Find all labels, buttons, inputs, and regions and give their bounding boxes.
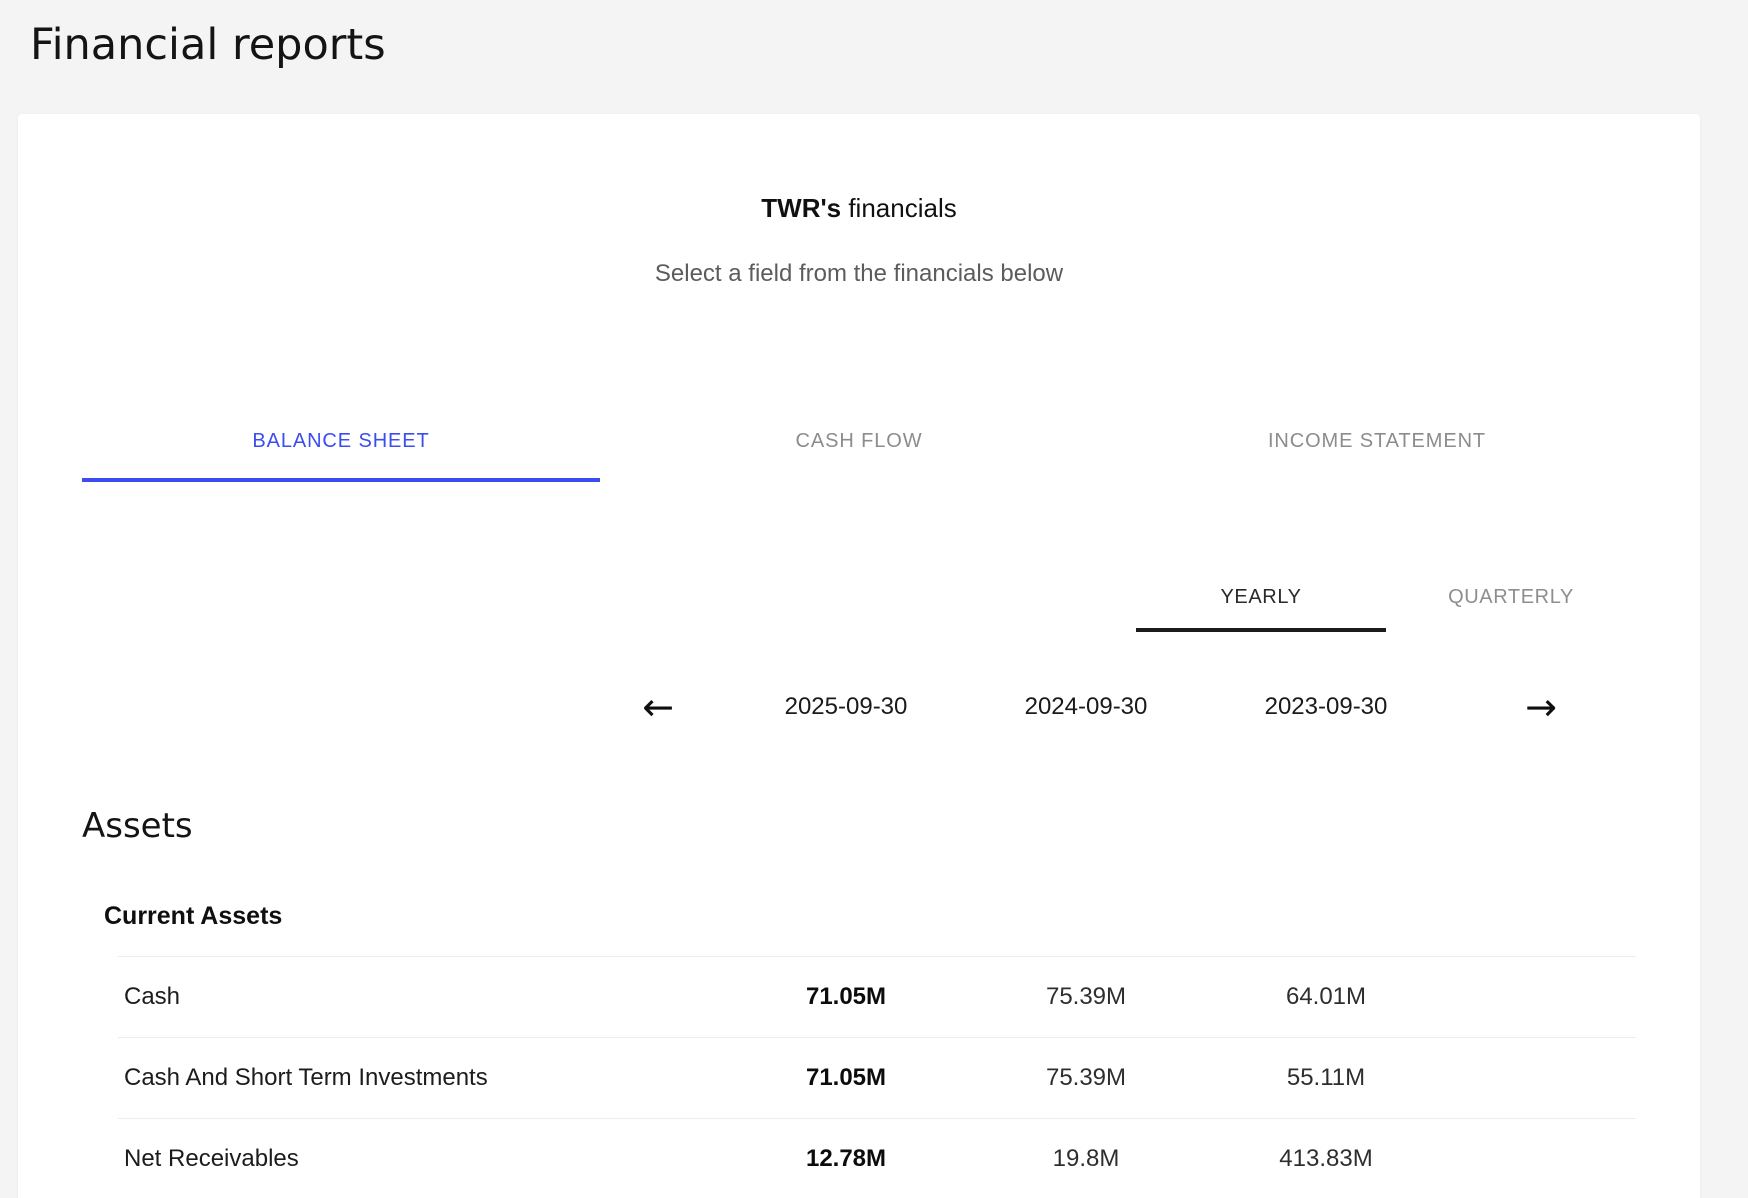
period-column-date: 2025-09-30 [726, 693, 966, 721]
group-current-assets: Current Assets Cash 71.05M 75.39M 64.01M… [82, 900, 1636, 1198]
row-value: 75.39M [966, 1064, 1206, 1092]
table-row[interactable]: Cash 71.05M 75.39M 64.01M [82, 957, 1636, 1037]
row-value: 71.05M [726, 983, 966, 1011]
financials-heading: TWR's financials [82, 114, 1636, 224]
statement-tabs: BALANCE SHEET CASH FLOW INCOME STATEMENT [82, 404, 1636, 482]
row-value: 71.05M [726, 1064, 966, 1092]
financials-card: TWR's financials Select a field from the… [18, 114, 1700, 1198]
period-columns-header: ← 2025-09-30 2024-09-30 2023-09-30 → [82, 666, 1636, 748]
tab-balance-sheet[interactable]: BALANCE SHEET [82, 404, 600, 482]
page-title: Financial reports [0, 0, 1748, 74]
row-value: 19.8M [966, 1145, 1206, 1173]
row-value: 64.01M [1206, 983, 1446, 1011]
left-arrow-icon: ← [642, 685, 674, 729]
next-period-button[interactable]: → [1525, 688, 1557, 726]
tab-balance-sheet-label: BALANCE SHEET [252, 430, 429, 453]
period-column-date: 2023-09-30 [1206, 693, 1446, 721]
section-title-assets: Assets [82, 802, 1636, 850]
tab-yearly[interactable]: YEARLY [1136, 566, 1386, 632]
previous-period-button[interactable]: ← [642, 688, 674, 726]
right-arrow-icon: → [1525, 685, 1557, 729]
financials-subtitle: Select a field from the financials below [82, 260, 1636, 288]
tab-yearly-label: YEARLY [1220, 586, 1301, 609]
row-label: Cash And Short Term Investments [82, 1064, 726, 1092]
row-value: 75.39M [966, 983, 1206, 1011]
tab-income-statement[interactable]: INCOME STATEMENT [1118, 404, 1636, 482]
row-label: Cash [82, 983, 726, 1011]
tab-quarterly-label: QUARTERLY [1448, 586, 1574, 609]
heading-suffix: financials [841, 193, 957, 223]
row-value: 55.11M [1206, 1064, 1446, 1092]
tab-income-statement-label: INCOME STATEMENT [1268, 430, 1486, 453]
table-row[interactable]: Cash And Short Term Investments 71.05M 7… [82, 1038, 1636, 1118]
ticker-symbol: TWR's [761, 193, 841, 223]
row-value: 12.78M [726, 1145, 966, 1173]
table-row[interactable]: Net Receivables 12.78M 19.8M 413.83M [82, 1119, 1636, 1198]
period-column-date: 2024-09-30 [966, 693, 1206, 721]
tab-quarterly[interactable]: QUARTERLY [1386, 566, 1636, 632]
row-label: Net Receivables [82, 1145, 726, 1173]
row-value: 413.83M [1206, 1145, 1446, 1173]
tab-cash-flow-label: CASH FLOW [796, 430, 923, 453]
tab-cash-flow[interactable]: CASH FLOW [600, 404, 1118, 482]
group-title: Current Assets [104, 900, 1636, 932]
period-tabs: YEARLY QUARTERLY [82, 566, 1636, 632]
